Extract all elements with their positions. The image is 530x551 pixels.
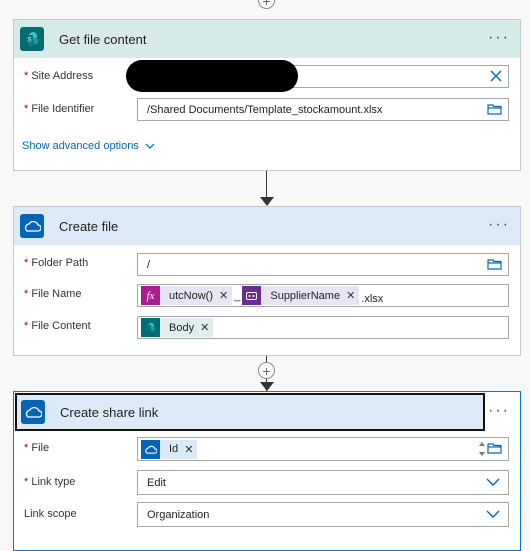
folder-picker-icon[interactable] xyxy=(487,103,502,118)
card-header[interactable]: Create file ··· xyxy=(14,207,520,245)
remove-token-icon[interactable]: ✕ xyxy=(200,321,209,334)
spinner-arrows-icon[interactable] xyxy=(478,440,486,461)
site-address-field[interactable] xyxy=(126,60,509,92)
remove-token-icon[interactable]: ✕ xyxy=(219,289,228,302)
card-title: Get file content xyxy=(59,31,147,47)
dynamic-content-icon xyxy=(242,286,262,305)
top-add-step-icon[interactable]: + xyxy=(258,0,275,9)
file-label: * File xyxy=(24,442,50,454)
svg-text:S: S xyxy=(27,38,31,44)
onedrive-icon xyxy=(20,214,44,238)
arrow-down-icon xyxy=(260,382,274,391)
redacted-value xyxy=(126,60,298,92)
expression-token[interactable]: fx utcNow() ✕ xyxy=(141,286,233,305)
sharepoint-icon: S xyxy=(20,27,44,51)
file-content-field[interactable]: Body ✕ xyxy=(137,316,509,339)
action-card-get-file-content: S Get file content ··· * Site Address * … xyxy=(13,19,521,171)
link-type-value: Edit xyxy=(147,476,166,489)
clear-icon[interactable] xyxy=(490,70,502,85)
token-label: SupplierName xyxy=(270,289,341,302)
arrow-down-icon xyxy=(260,197,274,206)
file-field[interactable]: Id ✕ xyxy=(137,437,509,461)
advanced-label: Show advanced options xyxy=(22,140,139,152)
link-type-select[interactable]: Edit xyxy=(137,470,509,495)
dynamic-token[interactable]: SupplierName ✕ xyxy=(242,286,360,305)
link-scope-select[interactable]: Organization xyxy=(137,502,509,527)
file-name-field[interactable]: fx utcNow() ✕ _ SupplierName ✕ .xlsx xyxy=(137,284,509,307)
folder-path-value: / xyxy=(147,258,151,271)
chevron-down-icon xyxy=(145,143,155,149)
show-advanced-options-link[interactable]: Show advanced options xyxy=(22,140,155,152)
onedrive-icon xyxy=(21,400,45,424)
chevron-down-icon[interactable] xyxy=(486,508,500,522)
link-scope-label: Link scope xyxy=(24,508,77,520)
connector-line xyxy=(266,171,267,198)
suffix-text: .xlsx xyxy=(361,292,384,305)
card-header[interactable]: S Get file content ··· xyxy=(14,20,520,58)
action-card-create-share-link: Create share link ··· * File Id ✕ * Link… xyxy=(13,391,521,551)
separator-text: _ xyxy=(234,289,241,302)
token-label: Body xyxy=(169,321,195,334)
token-label: Id xyxy=(169,443,179,455)
file-identifier-label: * File Identifier xyxy=(24,103,95,115)
card-title: Create file xyxy=(59,218,119,234)
more-options-icon[interactable]: ··· xyxy=(488,29,510,47)
dynamic-token[interactable]: Id ✕ xyxy=(141,439,198,459)
link-type-label: * Link type xyxy=(24,476,76,488)
remove-token-icon[interactable]: ✕ xyxy=(346,289,355,302)
add-step-icon[interactable]: + xyxy=(258,362,275,379)
onedrive-icon xyxy=(141,439,160,459)
remove-token-icon[interactable]: ✕ xyxy=(184,443,193,456)
more-options-icon[interactable]: ··· xyxy=(488,402,510,420)
more-options-icon[interactable]: ··· xyxy=(488,216,510,234)
file-name-label: * File Name xyxy=(24,288,82,300)
file-identifier-value: /Shared Documents/Template_stockamount.x… xyxy=(147,103,383,116)
card-header[interactable]: Create share link xyxy=(15,393,485,431)
site-address-label: * Site Address xyxy=(24,70,94,82)
folder-picker-icon[interactable] xyxy=(487,258,502,273)
file-identifier-field[interactable]: /Shared Documents/Template_stockamount.x… xyxy=(137,98,509,121)
function-icon: fx xyxy=(141,286,160,305)
file-content-label: * File Content xyxy=(24,320,91,332)
folder-path-field[interactable]: / xyxy=(137,253,509,276)
token-label: utcNow() xyxy=(169,289,214,302)
dynamic-token[interactable]: Body ✕ xyxy=(141,318,214,337)
folder-picker-icon[interactable] xyxy=(487,442,502,457)
sharepoint-icon xyxy=(141,318,160,337)
card-title: Create share link xyxy=(60,404,159,420)
chevron-down-icon[interactable] xyxy=(486,476,500,490)
link-scope-value: Organization xyxy=(147,508,210,521)
folder-path-label: * Folder Path xyxy=(24,257,89,269)
action-card-create-file: Create file ··· * Folder Path / * File N… xyxy=(13,206,521,356)
